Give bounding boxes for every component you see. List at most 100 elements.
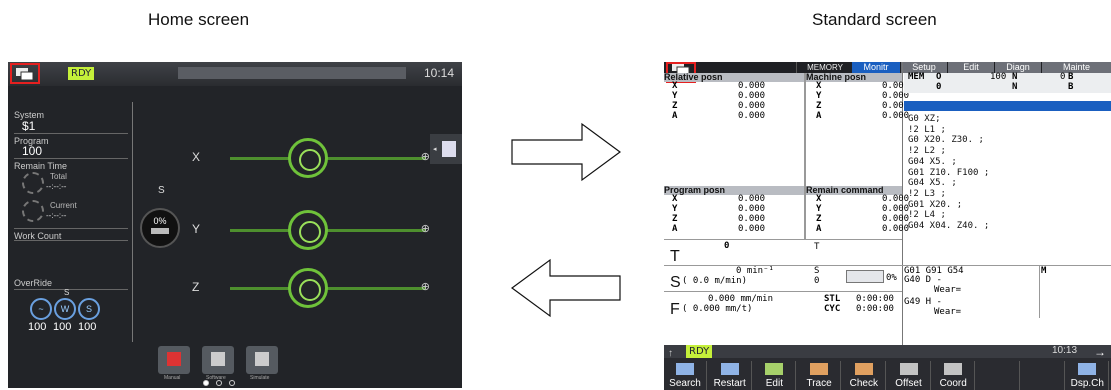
program-line: G01 X20. ; [908,199,963,210]
page-dot-3[interactable] [229,380,235,386]
spindle-load-icon [151,228,169,234]
status-line [664,345,1111,358]
simulate-tile[interactable] [246,346,278,374]
softkey-blank-7[interactable] [977,361,1020,390]
softkey-edit[interactable]: Edit [753,361,797,390]
softkey-offset[interactable]: Offset [888,361,931,390]
clock: 10:13 [1052,345,1078,356]
program-value: 100 [22,144,43,158]
divider [14,133,128,134]
softkey-check[interactable]: Check [843,361,886,390]
manual-icon [167,352,181,366]
softkey-trace[interactable]: Trace [798,361,842,390]
axis-label-z: Z [192,280,200,294]
t-value: 0 [724,241,730,251]
program-posn-title: Program posn [664,186,804,195]
program-line: G0 X20. Z30. ; [908,135,984,146]
remain-time-label: Remain Time [14,161,68,171]
plus-icon: ⊕ [420,223,430,235]
manual-tile[interactable] [158,346,190,374]
mach-value-a: 0.000 [882,111,910,121]
status-badge: RDY [686,345,713,358]
softkey-label: Search [669,378,701,389]
highlight-box [10,63,40,84]
rapid-override-icon[interactable]: ~ [30,298,52,320]
axis-knob-z[interactable] [288,268,328,308]
o-value: 100 [990,72,1007,82]
page-dot-1[interactable] [203,380,209,386]
program-line: !2 L3 ; [908,188,946,199]
feed-override-icon[interactable]: W [54,298,76,320]
page-dot-2[interactable] [216,380,222,386]
axis-track [230,287,426,290]
divider [14,240,128,241]
s-label: S [670,274,681,291]
list-icon [442,141,456,157]
tab-edit[interactable]: Edit [948,62,994,73]
next-arrow-icon[interactable]: → [1094,345,1106,359]
standard-screen-caption: Standard screen [812,10,937,29]
softkey-label: Dsp.Ch [1070,378,1104,389]
arrow-left-icon [510,258,621,318]
axis-knob-y[interactable] [288,210,328,250]
menu-list-button[interactable]: ◂ [430,134,462,164]
info-panel: System $1 Program 100 Remain Time Total … [8,102,132,342]
software-tile[interactable] [202,346,234,374]
softkey-icon [676,363,694,375]
message-bar [178,67,406,79]
panel-divider [804,73,806,239]
home-screen-caption: Home screen [148,10,250,29]
spindle-override-icon[interactable]: S [78,298,100,320]
axis-track [230,157,426,160]
softkey-blank-8[interactable] [1022,361,1065,390]
softkey-search[interactable]: Search [664,361,707,390]
softkey-icon [810,363,829,375]
manual-label: Manual [164,375,181,381]
up-arrow-icon[interactable]: ↑ [668,348,673,359]
spindle-override-value: 100 [78,321,97,333]
standard-screen: MEMORY Monitr Setup Edit Diagn Mainte Re… [664,62,1111,390]
program-line: !2 L4 ; [908,210,946,221]
softkey-icon [720,363,739,375]
tab-mainte[interactable]: Mainte [1042,62,1111,73]
s-surface-speed: ( 0.0 m/min) [682,276,748,286]
current-block-cursor [904,101,1111,111]
softkey-coord[interactable]: Coord [932,361,976,390]
program-line: !2 L2 ; [908,146,946,157]
remain-value-a: 0.000 [882,224,910,234]
softkey-label: Check [849,378,878,389]
axis-knob-x[interactable] [288,138,328,178]
software-icon [211,352,225,366]
program-line: G04 X04. Z40. ; [908,221,990,231]
cyc-label: CYC [824,304,841,314]
softkey-restart[interactable]: Restart [709,361,752,390]
override-s-label: S [64,288,70,297]
arrow-right-icon [511,122,622,182]
softkey-dspch[interactable]: Dsp.Ch [1066,361,1110,390]
rel-value-a: 0.000 [738,111,766,121]
rel-axis-a: A [672,111,678,121]
spindle-load-bar [846,270,884,283]
plus-icon: ⊕ [420,281,430,293]
program-line: G0 XZ; [908,114,941,124]
simulate-icon [255,352,269,366]
total-label: Total [50,172,67,181]
divider [14,289,128,290]
cyc-value: 0:00:00 [856,304,894,314]
f-per-rev: ( 0.000 mm/t) [682,304,753,314]
axis-label-y: Y [192,222,201,236]
spindle-label: S [158,185,165,196]
softkey-label: Edit [765,378,783,389]
s-percent: 0% [886,273,897,283]
softkey-icon [765,363,784,375]
program-line: !2 L1 ; [908,124,946,135]
prog-axis-a: A [672,224,678,234]
prog-value-a: 0.000 [738,224,766,234]
axis-row-z: Z ⊕ [168,268,430,308]
system-value: $1 [22,119,36,133]
axis-label-x: X [192,150,201,164]
mem-info: MEM O 100 N 0 B 0 N B [904,72,1111,93]
o-value-2: 0 [936,82,942,92]
axis-row-x: X ⊕ [168,138,430,178]
n-value: 0 [1060,72,1066,82]
